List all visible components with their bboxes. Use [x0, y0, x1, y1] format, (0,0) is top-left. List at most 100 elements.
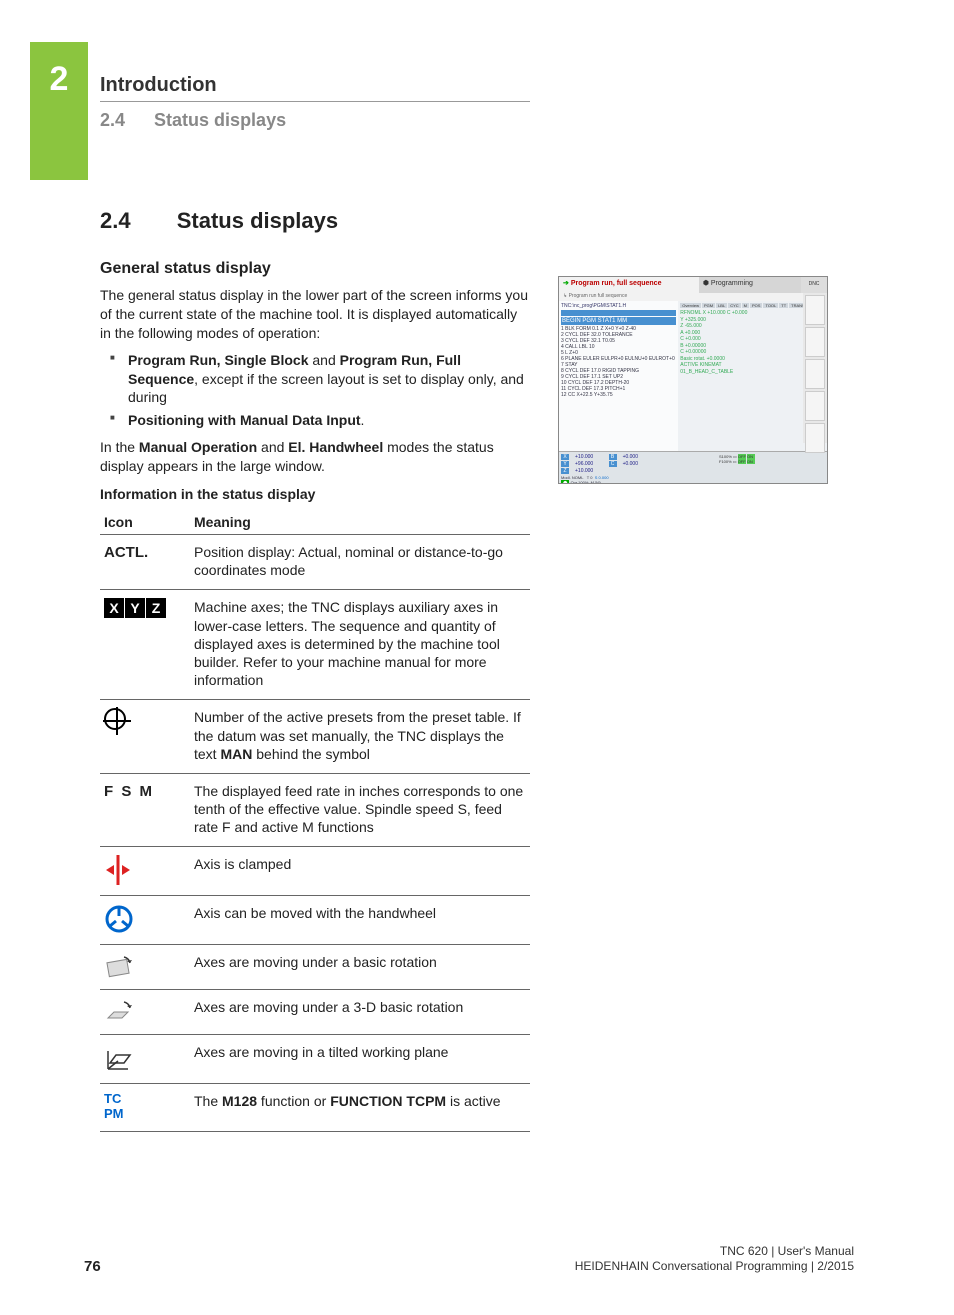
footer-right: TNC 620 | User's Manual HEIDENHAIN Conve…: [575, 1244, 854, 1275]
icon-cell: XYZ: [100, 590, 190, 700]
ax: Z: [561, 468, 569, 474]
bold-text: Positioning with Manual Data Input: [128, 412, 361, 428]
tcpm-line1: TC: [104, 1092, 186, 1106]
section-title: 2.4 Status displays: [100, 208, 530, 234]
ss-dnc-label: DNC: [801, 277, 827, 293]
icon-cell: [100, 1035, 190, 1084]
meaning-cell: Position display: Actual, nominal or dis…: [190, 535, 530, 590]
footer-line1: TNC 620 | User's Manual: [720, 1244, 854, 1258]
text: Program run, full sequence: [571, 280, 662, 287]
ss-header-bar: [561, 310, 676, 316]
meaning-cell: Axes are moving under a 3-D basic rotati…: [190, 990, 530, 1035]
ax: C: [609, 461, 617, 467]
tcpm-icon: TC PM: [104, 1092, 186, 1121]
table-row: F S M The displayed feed rate in inches …: [100, 773, 530, 847]
footer-line2: HEIDENHAIN Conversational Programming | …: [575, 1259, 854, 1273]
text: behind the symbol: [252, 746, 370, 762]
text: The: [194, 1093, 222, 1109]
chapter-heading: Introduction: [100, 74, 530, 102]
meaning-cell: Axis can be moved with the handwheel: [190, 896, 530, 945]
rotation-3d-icon: [104, 998, 186, 1024]
text: function or: [257, 1093, 330, 1109]
bold-text: Program Run, Single Block: [128, 352, 308, 368]
icon-cell: F S M: [100, 773, 190, 847]
icon-cell: [100, 700, 190, 774]
table-row: Axis is clamped: [100, 847, 530, 896]
ss-override-bars: S100% ▭ OFF ON F100% ▭ OFF ON: [717, 452, 827, 466]
preset-icon: [104, 708, 126, 730]
meaning-cell: Axes are moving under a basic rotation: [190, 945, 530, 990]
table-row: TC PM The M128 function or FUNCTION TCPM…: [100, 1084, 530, 1132]
section-number: 2.4: [100, 208, 131, 233]
paragraph: In the Manual Operation and El. Handwhee…: [100, 438, 530, 476]
icon-cell: TC PM: [100, 1084, 190, 1132]
chapter-number: 2: [50, 60, 69, 98]
xyz-icon: XYZ: [104, 600, 167, 616]
meaning-cell: The M128 function or FUNCTION TCPM is ac…: [190, 1084, 530, 1132]
clamp-icon: [104, 855, 186, 885]
val: +0.000: [623, 461, 638, 467]
val: +10.000: [575, 468, 593, 474]
ax: X: [561, 454, 569, 460]
col-header-icon: Icon: [100, 510, 190, 535]
table-row: ACTL. Position display: Actual, nominal …: [100, 535, 530, 590]
list-item: Program Run, Single Block and Program Ru…: [100, 351, 530, 408]
text: and: [308, 352, 339, 368]
ss-ovr-line: ⬤ Ovr 100% M 5/9: [561, 480, 715, 484]
ss-topbar: ➔ Program run, full sequence ⬢ Programmi…: [559, 277, 827, 293]
page-content: 2.4 Status displays General status displ…: [100, 208, 530, 1132]
text: In the: [100, 439, 139, 455]
table-row: XYZ Machine axes; the TNC displays auxil…: [100, 590, 530, 700]
table-row: Axes are moving under a basic rotation: [100, 945, 530, 990]
status-table: Icon Meaning ACTL. Position display: Act…: [100, 510, 530, 1132]
text: .: [361, 412, 365, 428]
text: Programming: [711, 280, 753, 287]
ss-foot-right: S100% ▭ OFF ON F100% ▭ OFF ON: [717, 452, 827, 484]
section-ref: 2.4 Status displays: [100, 110, 286, 131]
table-row: Axis can be moved with the handwheel: [100, 896, 530, 945]
ax: Y: [561, 461, 569, 467]
table-row: Number of the active presets from the pr…: [100, 700, 530, 774]
ss-sidebar-icons: [803, 293, 827, 443]
icon-cell: [100, 847, 190, 896]
page-footer: 76 TNC 620 | User's Manual HEIDENHAIN Co…: [84, 1244, 854, 1275]
table-row: Axes are moving in a tilted working plan…: [100, 1035, 530, 1084]
ss-code-block: 1 BLK FORM 0.1 Z X+0 Y+0 Z-402 CYCL DEF …: [561, 326, 676, 398]
bold-text: Manual Operation: [139, 439, 257, 455]
section-name: Status displays: [177, 208, 338, 233]
table-row: Axes are moving under a 3-D basic rotati…: [100, 990, 530, 1035]
bold-text: FUNCTION TCPM: [330, 1093, 446, 1109]
ss-coords-area: X+10.000 B+0.000 Y+96.000 C+0.000 Z+10.0…: [559, 452, 717, 484]
bold-text: MAN: [220, 746, 252, 762]
icon-cell: [100, 990, 190, 1035]
meaning-cell: Machine axes; the TNC displays auxiliary…: [190, 590, 530, 700]
page-number: 76: [84, 1258, 101, 1275]
ss-path: TNC:\nc_prog\PGM\STAT1.H: [561, 303, 676, 309]
meaning-cell: Axes are moving in a tilted working plan…: [190, 1035, 530, 1084]
ss-body: TNC:\nc_prog\PGM\STAT1.H BEGIN PGM STAT1…: [559, 301, 827, 451]
info-heading: Information in the status display: [100, 486, 530, 502]
subsection-heading: General status display: [100, 260, 530, 278]
ss-mode-title: ➔ Program run, full sequence: [559, 277, 699, 293]
text: and: [257, 439, 288, 455]
ss-mode-alt: ⬢ Programming: [699, 277, 801, 293]
val: +96.000: [575, 461, 593, 467]
chapter-tab: 2: [30, 42, 88, 180]
col-header-meaning: Meaning: [190, 510, 530, 535]
tcpm-line2: PM: [104, 1107, 186, 1121]
meaning-cell: The displayed feed rate in inches corres…: [190, 773, 530, 847]
section-ref-title: Status displays: [154, 110, 286, 130]
ss-subtitle: ↳ Program run full sequence: [559, 293, 827, 301]
fsm-icon: F S M: [104, 783, 154, 800]
tilted-plane-icon: [104, 1043, 186, 1073]
icon-cell: [100, 945, 190, 990]
chapter-title: Introduction: [100, 74, 217, 96]
ss-footer: X+10.000 B+0.000 Y+96.000 C+0.000 Z+10.0…: [559, 451, 827, 484]
val: +10.000: [575, 454, 593, 460]
text: Program run full sequence: [569, 293, 628, 299]
text: is active: [446, 1093, 500, 1109]
icon-cell: ACTL.: [100, 535, 190, 590]
basic-rotation-icon: [104, 953, 186, 979]
handwheel-icon: [104, 904, 186, 934]
ss-highlight-line: BEGIN PGM STAT1 MM: [561, 317, 676, 325]
